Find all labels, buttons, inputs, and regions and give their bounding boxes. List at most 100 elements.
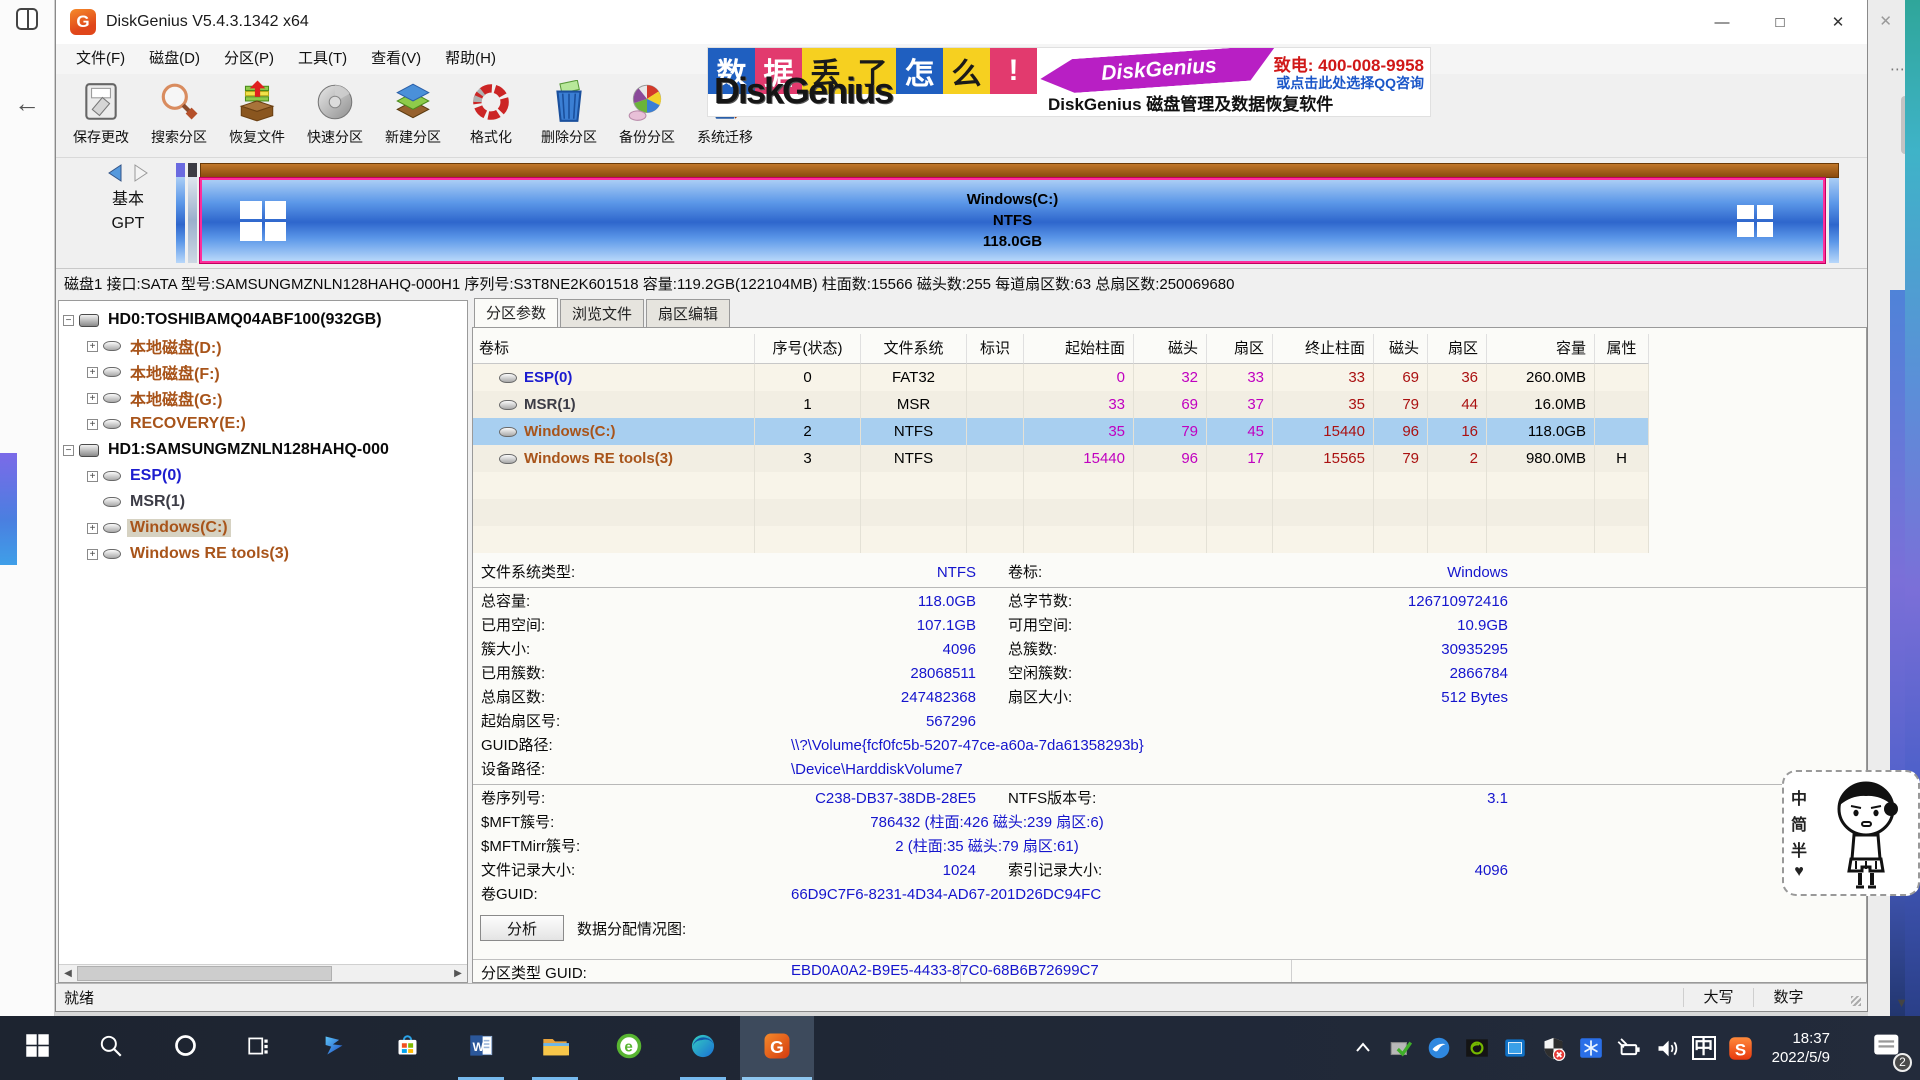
- toolbar-button-backup[interactable]: 备份分区: [608, 78, 686, 154]
- tree-item-hd1-samsungmznln128hahq-000[interactable]: −HD1:SAMSUNGMZNLN128HAHQ-000: [63, 437, 467, 463]
- menu-item-2[interactable]: 分区(P): [212, 44, 286, 74]
- toolbar-button-delete[interactable]: 删除分区: [530, 78, 608, 154]
- tray-update-ok-icon[interactable]: [1388, 1035, 1415, 1062]
- table-row-esp-0-[interactable]: ESP(0)0FAT3203233336936260.0MB: [473, 364, 1649, 391]
- partition-sliver-msr[interactable]: [188, 163, 197, 263]
- menu-item-1[interactable]: 磁盘(D): [137, 44, 212, 74]
- taskbar-app-feishu[interactable]: [296, 1016, 370, 1080]
- tray-snowflake-icon[interactable]: [1578, 1035, 1605, 1062]
- taskbar-clock[interactable]: 18:37 2022/5/9: [1772, 1029, 1830, 1067]
- partition-box-windows-c[interactable]: Windows(C:) NTFS 118.0GB: [200, 178, 1825, 263]
- partition-sliver-esp[interactable]: [176, 163, 185, 263]
- close-button[interactable]: ✕: [1809, 0, 1867, 44]
- tree-item-hd0-toshibamq04abf100-932gb-[interactable]: −HD0:TOSHIBAMQ04ABF100(932GB): [63, 307, 467, 333]
- tree-item--g-[interactable]: +本地磁盘(G:): [63, 385, 467, 411]
- ms-store-icon: [394, 1032, 421, 1064]
- expand-icon[interactable]: +: [87, 393, 98, 404]
- column-header[interactable]: 卷标: [473, 334, 755, 364]
- taskbar-app-word[interactable]: W: [444, 1016, 518, 1080]
- resize-grip[interactable]: [1823, 984, 1867, 1011]
- taskbar-app-browser-360[interactable]: e: [592, 1016, 666, 1080]
- analyze-button[interactable]: 分析: [480, 915, 564, 941]
- column-header[interactable]: 标识: [967, 334, 1024, 364]
- toolbar-button-save[interactable]: 保存更改: [62, 78, 140, 154]
- notification-center-icon[interactable]: 2: [1870, 1029, 1906, 1068]
- expand-icon[interactable]: +: [87, 523, 98, 534]
- tray-volume-icon[interactable]: [1654, 1035, 1681, 1062]
- column-header[interactable]: 扇区: [1428, 334, 1487, 364]
- tray-sogou-icon[interactable]: S: [1727, 1035, 1754, 1062]
- toolbar-button-quick[interactable]: 快速分区: [296, 78, 374, 154]
- scroll-left-icon[interactable]: ◀: [59, 965, 77, 982]
- toolbar-button-format[interactable]: 格式化: [452, 78, 530, 154]
- column-header[interactable]: 属性: [1595, 334, 1649, 364]
- taskbar-app-diskgenius[interactable]: G: [740, 1016, 814, 1080]
- column-header[interactable]: 终止柱面: [1273, 334, 1374, 364]
- expand-icon[interactable]: +: [87, 341, 98, 352]
- column-header[interactable]: 磁头: [1134, 334, 1207, 364]
- expand-icon[interactable]: +: [87, 419, 98, 430]
- tree-item--d-[interactable]: +本地磁盘(D:): [63, 333, 467, 359]
- promo-banner[interactable]: 数据丢了怎么! DiskGenius DiskGenius 致电: 400-00…: [708, 48, 1430, 116]
- menu-item-3[interactable]: 工具(T): [286, 44, 359, 74]
- toolbar-button-search[interactable]: 搜索分区: [140, 78, 218, 154]
- tree-item--f-[interactable]: +本地磁盘(F:): [63, 359, 467, 385]
- tray-feishu-tray-icon[interactable]: [1426, 1035, 1453, 1062]
- table-row-windows-c-[interactable]: Windows(C:)2NTFS357945154409616118.0GB: [473, 418, 1649, 445]
- tab-0[interactable]: 分区参数: [474, 298, 558, 328]
- taskbar-app-edge[interactable]: [666, 1016, 740, 1080]
- tray-hidden-icons-chevron-icon[interactable]: [1350, 1035, 1377, 1062]
- scroll-right-icon[interactable]: ▶: [449, 965, 467, 982]
- column-header[interactable]: 文件系统: [861, 334, 967, 364]
- browser-tab-icon[interactable]: [16, 8, 38, 30]
- toolbar-button-new[interactable]: 新建分区: [374, 78, 452, 154]
- expand-icon[interactable]: +: [87, 549, 98, 560]
- tray-defender-alert-icon[interactable]: [1540, 1035, 1567, 1062]
- taskbar-app-taskbar-search[interactable]: [74, 1016, 148, 1080]
- menu-item-0[interactable]: 文件(F): [64, 44, 137, 74]
- back-arrow-icon[interactable]: ←: [14, 88, 40, 119]
- maximize-button[interactable]: □: [1751, 0, 1809, 44]
- tree-item-windows-c-[interactable]: +Windows(C:): [63, 515, 467, 541]
- background-close-icon[interactable]: ✕: [1879, 12, 1892, 30]
- tree-item-esp-0-[interactable]: +ESP(0): [63, 463, 467, 489]
- column-header[interactable]: 起始柱面: [1024, 334, 1134, 364]
- partition-sliver-winre[interactable]: [1829, 178, 1839, 263]
- menu-item-5[interactable]: 帮助(H): [433, 44, 508, 74]
- column-header[interactable]: 磁头: [1374, 334, 1428, 364]
- column-header[interactable]: 扇区: [1207, 334, 1273, 364]
- scroll-thumb[interactable]: [77, 966, 332, 981]
- tray-nvidia-icon[interactable]: [1464, 1035, 1491, 1062]
- column-header[interactable]: 容量: [1487, 334, 1595, 364]
- prev-disk-icon[interactable]: [107, 164, 123, 182]
- table-row-windows-re-tools-3-[interactable]: Windows RE tools(3)3NTFS1544096171556579…: [473, 445, 1649, 472]
- column-header[interactable]: 序号(状态): [755, 334, 861, 364]
- banner-tile: 怎: [896, 48, 943, 94]
- next-disk-icon[interactable]: [133, 164, 149, 182]
- table-row-msr-1-[interactable]: MSR(1)1MSR33693735794416.0MB: [473, 391, 1649, 418]
- expand-icon[interactable]: +: [87, 471, 98, 482]
- collapse-icon[interactable]: −: [63, 315, 74, 326]
- taskbar-app-start[interactable]: [0, 1016, 74, 1080]
- minimize-button[interactable]: —: [1693, 0, 1751, 44]
- menu-item-4[interactable]: 查看(V): [359, 44, 433, 74]
- tab-1[interactable]: 浏览文件: [560, 299, 644, 327]
- toolbar-button-recover[interactable]: 恢复文件: [218, 78, 296, 154]
- tree-item-msr-1-[interactable]: MSR(1): [63, 489, 467, 515]
- taskbar-app-task-view[interactable]: [222, 1016, 296, 1080]
- tray-intel-graphics-icon[interactable]: [1502, 1035, 1529, 1062]
- collapse-icon[interactable]: −: [63, 445, 74, 456]
- background-more-icon[interactable]: ⋯: [1890, 60, 1906, 78]
- tree-item-windows-re-tools-3-[interactable]: +Windows RE tools(3): [63, 541, 467, 567]
- taskbar-app-ms-store[interactable]: [370, 1016, 444, 1080]
- tray-power-icon[interactable]: [1616, 1035, 1643, 1062]
- expand-icon[interactable]: +: [87, 367, 98, 378]
- taskbar-app-file-explorer[interactable]: [518, 1016, 592, 1080]
- tray-ime-zh-icon[interactable]: 中: [1692, 1036, 1716, 1060]
- tree-hscrollbar[interactable]: ◀ ▶: [59, 964, 467, 982]
- tree-item-recovery-e-[interactable]: +RECOVERY(E:): [63, 411, 467, 437]
- ime-sticker-panel[interactable]: 中简半♥: [1782, 770, 1920, 896]
- tab-2[interactable]: 扇区编辑: [646, 299, 730, 327]
- taskbar-app-cortana[interactable]: [148, 1016, 222, 1080]
- background-caret-icon[interactable]: ▼: [1895, 995, 1908, 1010]
